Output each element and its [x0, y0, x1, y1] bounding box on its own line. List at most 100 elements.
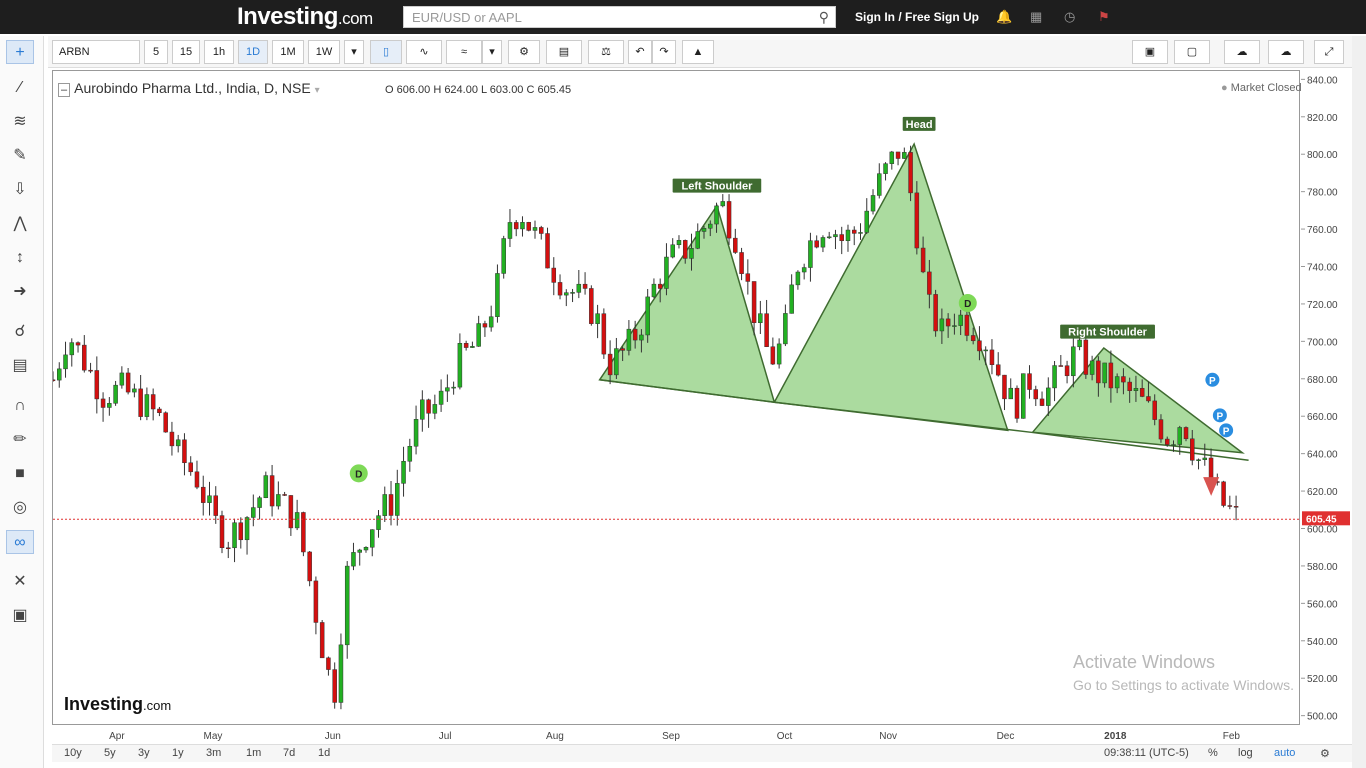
range-1y[interactable]: 1y	[172, 747, 184, 759]
candle-body	[576, 283, 582, 293]
chart-pane[interactable]: Left Shoulder Head Right Shoulder D D P P P	[50, 70, 1301, 726]
layout-icon[interactable]: ▢	[1174, 40, 1210, 64]
fib-icon[interactable]: ≋	[6, 110, 34, 134]
price-axis[interactable]: 500.00 520.00 540.00 560.00 580.00 600.00 620.…	[1301, 70, 1351, 725]
range-7d[interactable]: 7d	[283, 747, 295, 759]
redo-icon[interactable]: ↷	[652, 40, 676, 64]
legend-minimize-icon[interactable]: –	[58, 83, 71, 97]
candles-icon[interactable]: ▯	[370, 40, 402, 64]
line-chart-icon[interactable]: ∿	[406, 40, 442, 64]
marker-D-text: D	[964, 299, 971, 310]
x-tick-label: Jul	[439, 731, 452, 742]
candle-body	[977, 340, 982, 352]
alert-icon[interactable]: ▲	[682, 40, 714, 64]
candle-body	[1039, 398, 1045, 406]
arrow-down-icon[interactable]: ⇩	[6, 178, 34, 202]
ruler-icon[interactable]: ▤	[6, 354, 34, 378]
candle-body	[1196, 459, 1201, 461]
axis-settings-icon[interactable]: ⚙	[1320, 747, 1330, 760]
camera-icon[interactable]: ▣	[1132, 40, 1168, 64]
log-toggle[interactable]: log	[1238, 747, 1253, 759]
range-5y[interactable]: 5y	[104, 747, 116, 759]
range-1d[interactable]: 1d	[318, 747, 330, 759]
cloud-save-icon[interactable]: ☁	[1268, 40, 1304, 64]
trash-icon[interactable]: ▣	[6, 604, 34, 628]
studies-icon[interactable]: ▤	[546, 40, 582, 64]
bell-icon[interactable]: 🔔	[996, 9, 1012, 25]
flag-us-icon[interactable]: ⚑	[1098, 9, 1110, 25]
candle-body	[1064, 365, 1070, 377]
candle-body	[401, 461, 406, 484]
candle-body	[883, 163, 888, 174]
pattern-icon[interactable]: ⋀	[6, 212, 34, 236]
compare-scale-icon[interactable]: ⚖	[588, 40, 624, 64]
auto-toggle[interactable]: auto	[1274, 747, 1295, 759]
candle-body	[420, 399, 425, 420]
candle-body	[758, 313, 763, 324]
magnet-icon[interactable]: ∩	[6, 394, 34, 418]
interval-5[interactable]: 5	[144, 40, 168, 64]
candle-body	[520, 222, 525, 230]
candle-body	[144, 394, 150, 417]
x-tick-label: Feb	[1223, 731, 1241, 742]
signin-link[interactable]: Sign In / Free Sign Up	[855, 10, 979, 24]
candle-body	[1002, 374, 1007, 400]
candle-body	[169, 431, 175, 447]
remove-tools-icon[interactable]: ✕	[6, 570, 34, 594]
candle-body	[682, 240, 688, 259]
clock-icon[interactable]: ◷	[1064, 9, 1075, 25]
interval-1m[interactable]: 1M	[272, 40, 304, 64]
measure-icon[interactable]: ↕	[6, 246, 34, 270]
stay-drawing-icon[interactable]: ✏	[6, 428, 34, 452]
symbol-input[interactable]: ARBN	[52, 40, 140, 64]
y-tick-label: 760.00	[1307, 225, 1338, 236]
interval-1w[interactable]: 1W	[308, 40, 340, 64]
price-chart[interactable]: Left ShoulderHeadRight ShoulderDDPPP	[50, 71, 1301, 726]
trend-line-icon[interactable]: ∕	[6, 76, 34, 100]
range-3m[interactable]: 3m	[206, 747, 221, 759]
interval-dropdown-icon[interactable]: ▾	[344, 40, 364, 64]
candle-body	[457, 343, 463, 388]
zoom-icon[interactable]: ☌	[6, 320, 34, 344]
candle-body	[1146, 396, 1151, 402]
investing-logo[interactable]: Investing.com	[237, 3, 373, 31]
range-1m[interactable]: 1m	[246, 747, 261, 759]
cloud-load-icon[interactable]: ☁	[1224, 40, 1260, 64]
candle-body	[770, 346, 776, 365]
indicator-icon[interactable]: ≈	[446, 40, 482, 64]
indicator-dropdown-icon[interactable]: ▾	[482, 40, 502, 64]
interval-1h[interactable]: 1h	[204, 40, 234, 64]
clock-time: 09:38:11 (UTC-5)	[1104, 747, 1189, 759]
fullscreen-icon[interactable]: ⤢	[1314, 40, 1344, 64]
candle-body	[845, 229, 851, 242]
time-axis[interactable]: Apr May Jun Jul Aug Sep Oct Nov Dec 2018 Feb	[52, 726, 1300, 744]
settings-gear-icon[interactable]: ⚙	[508, 40, 540, 64]
scrollbar[interactable]	[1352, 36, 1366, 768]
undo-icon[interactable]: ↶	[628, 40, 652, 64]
interval-15[interactable]: 15	[172, 40, 200, 64]
candle-body	[188, 462, 193, 473]
candle-body	[194, 471, 200, 488]
candle-body	[50, 379, 56, 382]
search-icon[interactable]: ⚲	[819, 9, 829, 26]
search-input[interactable]: EUR/USD or AAPL ⚲	[403, 6, 836, 28]
candle-body	[82, 344, 87, 371]
crosshair-icon[interactable]: +	[6, 40, 34, 64]
candle-body	[614, 348, 619, 376]
candle-body	[495, 273, 500, 317]
candle-body	[432, 404, 438, 414]
back-arrow-icon[interactable]: ➜	[6, 280, 34, 304]
ohlc-values: O 606.00 H 624.00 L 603.00 C 605.45	[385, 84, 572, 96]
candle-body	[388, 494, 394, 516]
legend-dropdown-icon[interactable]: ▾	[315, 85, 320, 96]
sync-link-icon[interactable]: ∞	[6, 530, 34, 554]
brush-icon[interactable]: ✎	[6, 144, 34, 168]
percent-toggle[interactable]: %	[1208, 747, 1218, 759]
interval-1d[interactable]: 1D	[238, 40, 268, 64]
portfolio-icon[interactable]: ▦	[1030, 9, 1042, 25]
candle-body	[407, 446, 413, 462]
lock-icon[interactable]: ■	[6, 462, 34, 486]
range-3y[interactable]: 3y	[138, 747, 150, 759]
hide-icon[interactable]: ◎	[6, 496, 34, 520]
range-10y[interactable]: 10y	[64, 747, 82, 759]
